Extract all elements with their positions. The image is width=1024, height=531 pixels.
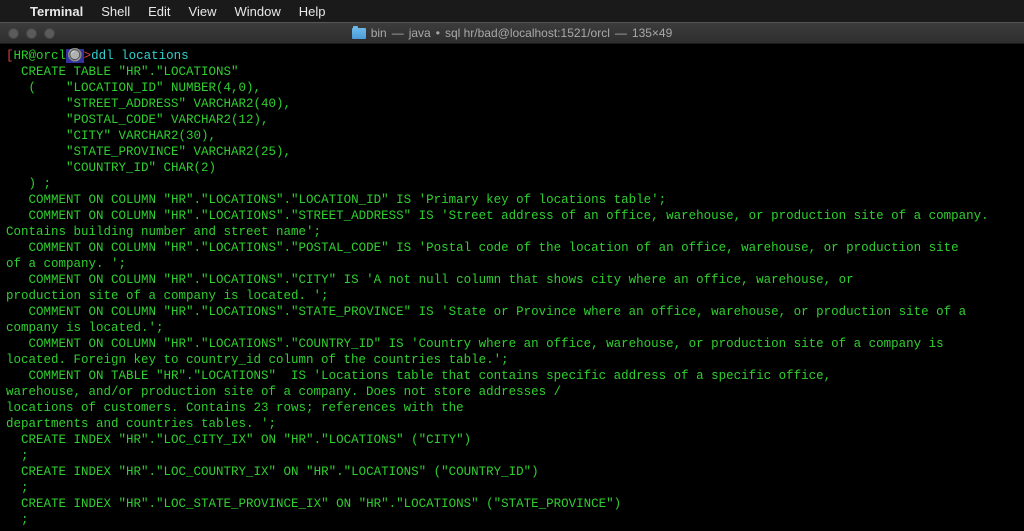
output-line: Contains building number and street name… xyxy=(6,224,1018,240)
output-line: ( "LOCATION_ID" NUMBER(4,0), xyxy=(6,80,1018,96)
output-line: COMMENT ON COLUMN "HR"."LOCATIONS"."STRE… xyxy=(6,208,1018,224)
menu-view[interactable]: View xyxy=(189,4,217,19)
traffic-lights xyxy=(8,28,55,39)
output-line: ; xyxy=(6,480,1018,496)
output-line: ) ; xyxy=(6,176,1018,192)
prompt-at: @ xyxy=(29,49,37,63)
folder-icon xyxy=(352,28,366,39)
output-line: warehouse, and/or production site of a c… xyxy=(6,384,1018,400)
terminal-window: bin — java • sql hr/bad@localhost:1521/o… xyxy=(0,22,1024,531)
output-line: COMMENT ON TABLE "HR"."LOCATIONS" IS 'Lo… xyxy=(6,368,1018,384)
output-line: COMMENT ON COLUMN "HR"."LOCATIONS"."COUN… xyxy=(6,336,1018,352)
output-line: "CITY" VARCHAR2(30), xyxy=(6,128,1018,144)
title-proc: java xyxy=(409,26,431,40)
output-line: "STREET_ADDRESS" VARCHAR2(40), xyxy=(6,96,1018,112)
output-line: COMMENT ON COLUMN "HR"."LOCATIONS"."CITY… xyxy=(6,272,1018,288)
zoom-button[interactable] xyxy=(44,28,55,39)
title-dims: 135×49 xyxy=(632,26,672,40)
menu-shell[interactable]: Shell xyxy=(101,4,130,19)
output-line: locations of customers. Contains 23 rows… xyxy=(6,400,1018,416)
output-line: ; xyxy=(6,512,1018,528)
menu-help[interactable]: Help xyxy=(299,4,326,19)
minimize-button[interactable] xyxy=(26,28,37,39)
title-folder: bin xyxy=(371,26,387,40)
output-line: CREATE INDEX "HR"."LOC_CITY_IX" ON "HR".… xyxy=(6,432,1018,448)
prompt-host: orcl xyxy=(36,49,66,63)
prompt-bracket-open: [ xyxy=(6,49,14,63)
menu-app-name[interactable]: Terminal xyxy=(30,4,83,19)
output-line: departments and countries tables. '; xyxy=(6,416,1018,432)
output-line: located. Foreign key to country_id colum… xyxy=(6,352,1018,368)
title-sep2: • xyxy=(436,26,440,40)
output-line: of a company. '; xyxy=(6,256,1018,272)
title-dbinfo: sql hr/bad@localhost:1521/orcl xyxy=(445,26,610,40)
output-line: production site of a company is located.… xyxy=(6,288,1018,304)
title-sep1: — xyxy=(392,26,404,40)
output-line: company is located.'; xyxy=(6,320,1018,336)
prompt-user: HR xyxy=(14,49,29,63)
terminal-output: CREATE TABLE "HR"."LOCATIONS" ( "LOCATIO… xyxy=(6,64,1018,528)
output-line: COMMENT ON COLUMN "HR"."LOCATIONS"."POST… xyxy=(6,240,1018,256)
window-titlebar[interactable]: bin — java • sql hr/bad@localhost:1521/o… xyxy=(0,22,1024,44)
title-sep3: — xyxy=(615,26,627,40)
macos-menubar: Terminal Shell Edit View Window Help xyxy=(0,0,1024,22)
terminal-viewport[interactable]: [HR@orcl🔘>ddl locations CREATE TABLE "HR… xyxy=(0,44,1024,531)
window-title: bin — java • sql hr/bad@localhost:1521/o… xyxy=(8,26,1016,40)
menu-window[interactable]: Window xyxy=(235,4,281,19)
menu-edit[interactable]: Edit xyxy=(148,4,170,19)
prompt-command: ddl locations xyxy=(91,49,189,63)
output-line: CREATE TABLE "HR"."LOCATIONS" xyxy=(6,64,1018,80)
output-line: "POSTAL_CODE" VARCHAR2(12), xyxy=(6,112,1018,128)
output-line: "COUNTRY_ID" CHAR(2) xyxy=(6,160,1018,176)
output-line: COMMENT ON COLUMN "HR"."LOCATIONS"."LOCA… xyxy=(6,192,1018,208)
output-line: CREATE INDEX "HR"."LOC_STATE_PROVINCE_IX… xyxy=(6,496,1018,512)
prompt-extra-icon: 🔘 xyxy=(66,49,84,63)
output-line: "STATE_PROVINCE" VARCHAR2(25), xyxy=(6,144,1018,160)
output-line: COMMENT ON COLUMN "HR"."LOCATIONS"."STAT… xyxy=(6,304,1018,320)
output-line: CREATE INDEX "HR"."LOC_COUNTRY_IX" ON "H… xyxy=(6,464,1018,480)
close-button[interactable] xyxy=(8,28,19,39)
output-line: ; xyxy=(6,448,1018,464)
